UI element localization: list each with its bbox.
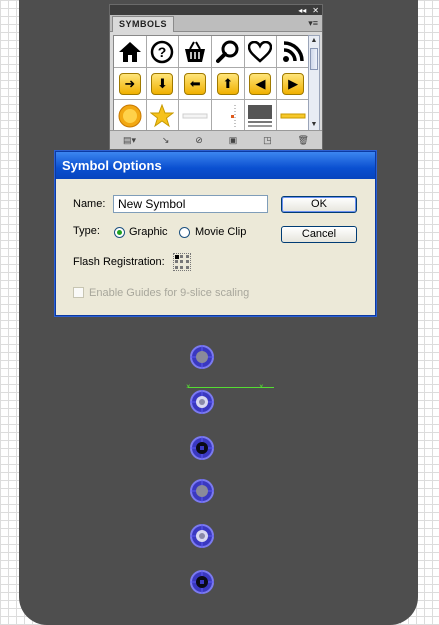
symbol-yellow-bar[interactable]	[277, 100, 310, 132]
tab-symbols[interactable]: SYMBOLS	[112, 16, 175, 32]
panel-tabbar: SYMBOLS ▾≡	[110, 15, 322, 32]
symbol-arrow-right-button[interactable]: ➜	[114, 68, 147, 100]
slice-guides-label: Enable Guides for 9-slice scaling	[89, 287, 250, 299]
symbol-rss-icon[interactable]	[277, 36, 310, 68]
symbol-instance-1[interactable]	[189, 344, 215, 370]
symbol-triangle-right-button[interactable]: ▶	[277, 68, 310, 100]
scroll-up-icon[interactable]: ▲	[309, 36, 319, 46]
symbol-arrow-left-button[interactable]: ⬅	[179, 68, 212, 100]
place-instance-icon[interactable]: ↘	[162, 135, 170, 146]
symbol-dotted-marker[interactable]	[212, 100, 245, 132]
symbol-house-icon[interactable]	[114, 36, 147, 68]
name-field[interactable]	[113, 195, 268, 213]
symbol-question-icon[interactable]: ?	[146, 36, 180, 68]
symbol-basket-icon[interactable]	[179, 36, 212, 68]
symbol-magnifier-icon[interactable]	[212, 36, 245, 68]
symbol-options-dialog: Symbol Options Name: Type: Graphic Movie…	[55, 151, 376, 316]
symbol-instance-2[interactable]	[189, 389, 215, 415]
symbol-heart-icon[interactable]	[244, 36, 278, 68]
symbol-instance-6[interactable]	[189, 569, 215, 595]
name-label: Name:	[73, 198, 106, 210]
type-movie-clip-radio[interactable]	[179, 227, 190, 238]
new-symbol-icon[interactable]: ◳	[263, 135, 272, 146]
symbol-white-bar[interactable]	[179, 100, 212, 132]
type-movie-clip-label[interactable]: Movie Clip	[195, 226, 246, 238]
symbols-panel: ◂◂ ✕ SYMBOLS ▾≡ ? ➜ ⬇ ⬅ ⬆ ◀ ▶ ▲ ▼ ▤▾ ↘ ⊘…	[109, 4, 323, 150]
symbol-star[interactable]	[146, 100, 180, 132]
symbol-arrow-down-button[interactable]: ⬇	[146, 68, 180, 100]
panel-toolbar: ▤▾ ↘ ⊘ ▣ ◳ 🗑	[110, 130, 322, 149]
delete-icon[interactable]: 🗑	[298, 135, 309, 146]
ok-button[interactable]: OK	[281, 196, 357, 213]
slice-guides-checkbox	[73, 287, 84, 298]
break-link-icon[interactable]: ⊘	[195, 135, 203, 146]
close-icon[interactable]: ✕	[312, 6, 319, 15]
cancel-button[interactable]: Cancel	[281, 226, 357, 243]
symbol-options-icon[interactable]: ▣	[229, 135, 238, 146]
panel-scrollbar[interactable]: ▲ ▼	[308, 35, 320, 131]
library-icon[interactable]: ▤▾	[123, 135, 136, 146]
symbol-instance-5[interactable]	[189, 523, 215, 549]
symbol-orange-circle[interactable]	[114, 100, 147, 132]
type-graphic-label[interactable]: Graphic	[129, 226, 168, 238]
registration-label: Flash Registration:	[73, 256, 165, 268]
type-graphic-radio[interactable]	[114, 227, 125, 238]
symbol-grid: ? ➜ ⬇ ⬅ ⬆ ◀ ▶	[113, 35, 311, 133]
symbol-arrow-up-button[interactable]: ⬆	[212, 68, 245, 100]
symbol-instance-3[interactable]	[189, 435, 215, 461]
scroll-thumb[interactable]	[310, 48, 318, 70]
type-label: Type:	[73, 225, 100, 237]
panel-topbar: ◂◂ ✕	[110, 5, 322, 15]
svg-text:?: ?	[158, 44, 167, 60]
collapse-icon[interactable]: ◂◂	[298, 6, 306, 15]
guide-end-marker: ×	[259, 382, 264, 391]
dialog-title: Symbol Options	[56, 152, 375, 179]
registration-grid[interactable]	[173, 253, 191, 271]
symbol-instance-4[interactable]	[189, 478, 215, 504]
scroll-down-icon[interactable]: ▼	[309, 120, 319, 130]
symbol-dark-rectangle[interactable]	[244, 100, 278, 132]
symbol-triangle-left-button[interactable]: ◀	[244, 68, 278, 100]
panel-menu-icon[interactable]: ▾≡	[308, 18, 318, 29]
